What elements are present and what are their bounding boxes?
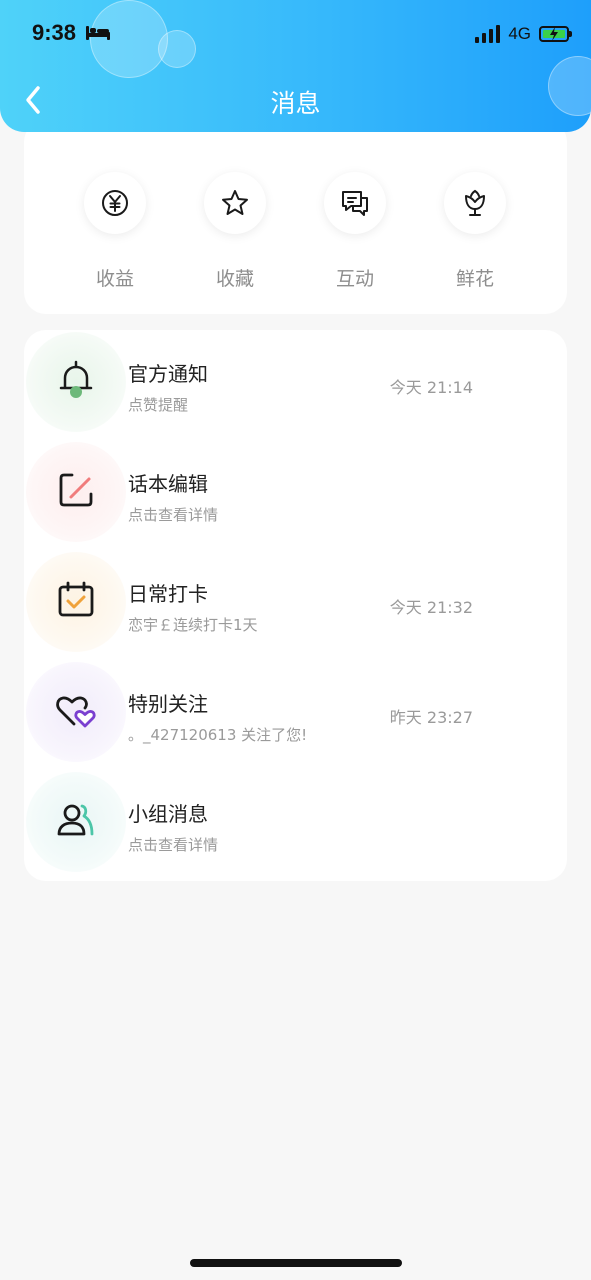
calendar-check-icon xyxy=(58,581,94,617)
quick-action-label: 鲜花 xyxy=(455,268,494,290)
page-title: 消息 xyxy=(270,89,321,118)
hearts-icon xyxy=(56,696,96,728)
message-subtitle: 。_427120613 关注了您! xyxy=(128,726,308,744)
edit-icon xyxy=(59,473,93,507)
group-icon xyxy=(57,804,94,836)
message-time: 今天 21:14 xyxy=(389,378,473,397)
message-title: 官方通知 xyxy=(128,362,208,386)
message-item-group[interactable]: 小组消息 点击查看详情 xyxy=(24,770,567,880)
message-title: 话本编辑 xyxy=(128,472,208,496)
message-item-daily-checkin[interactable]: 日常打卡 恋宇￡连续打卡1天 今天 21:32 xyxy=(24,550,567,660)
quick-action-circle xyxy=(444,172,506,234)
flower-icon xyxy=(465,189,485,216)
message-list: 官方通知 点赞提醒 今天 21:14 话本编辑 点击查看详情 日常打卡 恋宇￡连… xyxy=(24,330,567,881)
quick-action-label: 收益 xyxy=(95,268,134,290)
message-item-script-editor[interactable]: 话本编辑 点击查看详情 xyxy=(24,440,567,550)
header-bar: 9:38 4G 消息 xyxy=(0,0,591,132)
bed-icon xyxy=(86,26,111,40)
battery-icon xyxy=(539,26,572,42)
status-time: 9:38 xyxy=(32,20,111,46)
message-time: 今天 21:32 xyxy=(389,598,473,617)
quick-action-circle xyxy=(84,172,146,234)
quick-action-favorites[interactable]: 收藏 xyxy=(175,172,295,291)
message-item-official-notice[interactable]: 官方通知 点赞提醒 今天 21:14 xyxy=(24,330,567,440)
quick-action-label: 收藏 xyxy=(215,268,254,290)
quick-action-label: 互动 xyxy=(335,268,374,290)
message-title: 小组消息 xyxy=(128,802,208,826)
message-title: 特别关注 xyxy=(128,692,208,716)
signal-icon xyxy=(475,25,501,43)
quick-action-flowers[interactable]: 鲜花 xyxy=(415,172,535,291)
message-subtitle: 点击查看详情 xyxy=(128,836,219,854)
message-title: 日常打卡 xyxy=(128,582,208,606)
status-indicators: 4G xyxy=(475,24,572,44)
quick-action-earnings[interactable]: 收益 xyxy=(55,172,175,291)
network-type: 4G xyxy=(508,24,531,43)
message-item-special-follow[interactable]: 特别关注 。_427120613 关注了您! 昨天 23:27 xyxy=(24,660,567,770)
message-subtitle: 恋宇￡连续打卡1天 xyxy=(128,616,258,634)
message-time: 昨天 23:27 xyxy=(389,708,473,727)
star-icon xyxy=(222,190,248,215)
bell-icon xyxy=(59,360,93,398)
quick-action-circle xyxy=(324,172,386,234)
quick-actions-card: 收益 收藏 互动 鲜花 xyxy=(24,120,567,314)
home-indicator xyxy=(190,1259,402,1267)
yen-icon xyxy=(102,190,128,216)
message-subtitle: 点赞提醒 xyxy=(128,396,189,414)
message-subtitle: 点击查看详情 xyxy=(128,506,219,524)
quick-action-circle xyxy=(204,172,266,234)
decor-bubble xyxy=(158,30,196,68)
chat-icon xyxy=(342,191,368,216)
quick-action-interaction[interactable]: 互动 xyxy=(295,172,415,291)
